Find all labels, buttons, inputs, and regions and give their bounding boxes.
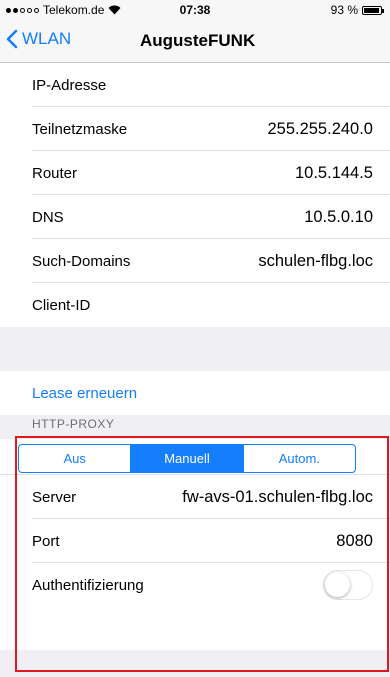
back-button[interactable]: WLAN bbox=[6, 29, 71, 49]
lease-renew-label: Lease erneuern bbox=[32, 384, 138, 402]
search-domains-label: Such-Domains bbox=[32, 252, 131, 270]
navigation-bar: WLAN AugusteFUNK bbox=[0, 20, 390, 63]
lease-renew-button[interactable]: Lease erneuern bbox=[0, 371, 390, 415]
search-domains-row[interactable]: Such-Domains schulen-flbg.loc bbox=[0, 239, 390, 283]
router-row: Router 10.5.144.5 bbox=[0, 151, 390, 195]
subnet-mask-row: Teilnetzmaske 255.255.240.0 bbox=[0, 107, 390, 151]
subnet-mask-label: Teilnetzmaske bbox=[32, 120, 128, 138]
ip-address-row: IP-Adresse bbox=[0, 63, 390, 107]
dns-label: DNS bbox=[32, 208, 64, 226]
client-id-row[interactable]: Client-ID bbox=[0, 283, 390, 327]
http-proxy-header: HTTP-PROXY bbox=[32, 417, 115, 431]
back-button-label: WLAN bbox=[22, 29, 72, 48]
client-id-label: Client-ID bbox=[32, 296, 91, 314]
port-label: Port bbox=[32, 532, 60, 550]
search-domains-value: schulen-flbg.loc bbox=[258, 251, 373, 270]
dns-value: 10.5.0.10 bbox=[304, 207, 373, 226]
status-right: 93 % bbox=[330, 3, 384, 17]
authentication-label: Authentifizierung bbox=[32, 576, 144, 594]
segment-auto[interactable]: Autom. bbox=[244, 445, 355, 472]
port-value[interactable]: 8080 bbox=[336, 532, 373, 551]
server-value[interactable]: fw-avs-01.schulen-flbg.loc bbox=[182, 488, 373, 507]
dns-row[interactable]: DNS 10.5.0.10 bbox=[0, 195, 390, 239]
router-value: 10.5.144.5 bbox=[295, 163, 373, 182]
ip-address-label: IP-Adresse bbox=[32, 76, 107, 94]
toggle-knob bbox=[325, 572, 350, 597]
subnet-mask-value: 255.255.240.0 bbox=[267, 119, 373, 138]
router-label: Router bbox=[32, 164, 78, 182]
battery-icon bbox=[362, 5, 384, 15]
lease-group: Lease erneuern bbox=[0, 371, 390, 415]
proxy-group: Aus Manuell Autom. Server fw-avs-01.schu… bbox=[0, 439, 390, 650]
chevron-left-icon bbox=[6, 29, 18, 49]
server-label: Server bbox=[32, 488, 77, 506]
authentication-toggle[interactable] bbox=[323, 570, 373, 600]
ip-settings-group: IP-Adresse Teilnetzmaske 255.255.240.0 R… bbox=[0, 63, 390, 327]
port-row[interactable]: Port 8080 bbox=[0, 519, 390, 563]
authentication-row: Authentifizierung bbox=[0, 563, 390, 607]
status-bar: Telekom.de 07:38 93 % bbox=[0, 0, 390, 20]
proxy-rows: Server fw-avs-01.schulen-flbg.loc Port 8… bbox=[0, 475, 390, 607]
server-row[interactable]: Server fw-avs-01.schulen-flbg.loc bbox=[0, 475, 390, 519]
segment-off[interactable]: Aus bbox=[19, 445, 132, 472]
battery-percent: 93 % bbox=[330, 3, 358, 17]
segment-manual[interactable]: Manuell bbox=[131, 445, 244, 472]
page-title: AugusteFUNK bbox=[140, 31, 256, 50]
proxy-mode-segmented-control: Aus Manuell Autom. bbox=[18, 444, 356, 473]
